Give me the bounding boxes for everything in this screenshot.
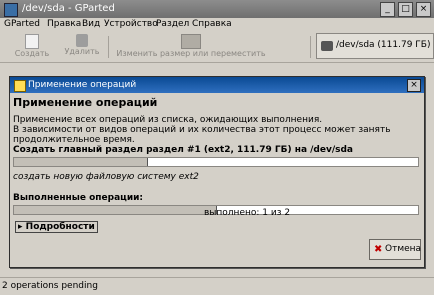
current-operation-label: Создать главный раздел раздел #1 (ext2, … bbox=[13, 145, 354, 155]
toolbar-separator bbox=[310, 36, 311, 58]
new-file-icon bbox=[25, 34, 39, 49]
maximize-icon[interactable]: □ bbox=[398, 2, 413, 17]
menu-help[interactable]: Справка bbox=[192, 19, 232, 29]
status-text: 2 operations pending bbox=[2, 281, 98, 291]
menu-view[interactable]: Вид bbox=[82, 19, 100, 29]
menu-gparted[interactable]: GParted bbox=[4, 19, 40, 29]
resize-icon bbox=[181, 34, 201, 49]
resize-move-button[interactable]: Изменить размер или переместить bbox=[112, 34, 270, 58]
statusbar: 2 operations pending bbox=[0, 277, 434, 295]
trash-icon bbox=[76, 34, 88, 47]
app-icon bbox=[4, 3, 18, 17]
current-operation-progress bbox=[13, 157, 419, 167]
harddisk-icon bbox=[321, 41, 333, 51]
new-button[interactable]: Создать bbox=[10, 34, 54, 58]
dialog-icon bbox=[14, 80, 26, 92]
apply-operations-dialog: Применение операций × Применение операци… bbox=[9, 76, 425, 268]
dialog-titlebar: Применение операций × bbox=[10, 77, 424, 93]
close-icon[interactable]: × bbox=[407, 79, 421, 92]
completed-count-label: выполнено: 1 из 2 bbox=[204, 208, 291, 218]
new-label: Создать bbox=[14, 49, 50, 58]
delete-button[interactable]: Удалить bbox=[60, 34, 104, 56]
details-label: Подробности bbox=[25, 222, 95, 232]
window-controls: _ □ × bbox=[380, 2, 431, 17]
cancel-button[interactable]: ✖ Отмена bbox=[369, 239, 421, 260]
menu-device[interactable]: Устройство bbox=[104, 19, 158, 29]
menubar: GParted Правка Вид Устройство Раздел Спр… bbox=[0, 18, 434, 33]
resize-label: Изменить размер или переместить bbox=[116, 49, 266, 58]
device-selector[interactable]: /dev/sda (111.79 ГБ) bbox=[316, 33, 434, 59]
window-titlebar: /dev/sda - GParted _ □ × bbox=[0, 0, 434, 18]
dialog-heading: Применение операций bbox=[13, 96, 158, 109]
details-expander[interactable]: ▸ Подробности bbox=[15, 221, 98, 233]
current-operation-progress-fill bbox=[14, 158, 149, 166]
completed-operations-label: Выполненные операции: bbox=[13, 193, 144, 203]
close-icon[interactable]: × bbox=[416, 2, 431, 17]
current-suboperation-label: создать новую файловую систему ext2 bbox=[13, 172, 199, 182]
delete-label: Удалить bbox=[64, 47, 100, 56]
cancel-icon: ✖ bbox=[374, 244, 383, 255]
menu-partition[interactable]: Раздел bbox=[156, 19, 189, 29]
completed-operations-progress-fill bbox=[14, 206, 217, 214]
toolbar-separator bbox=[108, 36, 109, 58]
window-title: /dev/sda - GParted bbox=[22, 3, 115, 14]
dialog-description-line-1: Применение всех операций из списка, ожид… bbox=[13, 115, 323, 125]
minimize-icon[interactable]: _ bbox=[380, 2, 395, 17]
dialog-title: Применение операций bbox=[28, 80, 137, 90]
expander-arrow-icon: ▸ bbox=[18, 222, 26, 232]
dialog-description-line-2: В зависимости от видов операций и их кол… bbox=[13, 125, 391, 145]
cancel-label: Отмена bbox=[385, 244, 422, 254]
menu-edit[interactable]: Правка bbox=[47, 19, 81, 29]
device-label: /dev/sda (111.79 ГБ) bbox=[336, 40, 431, 50]
